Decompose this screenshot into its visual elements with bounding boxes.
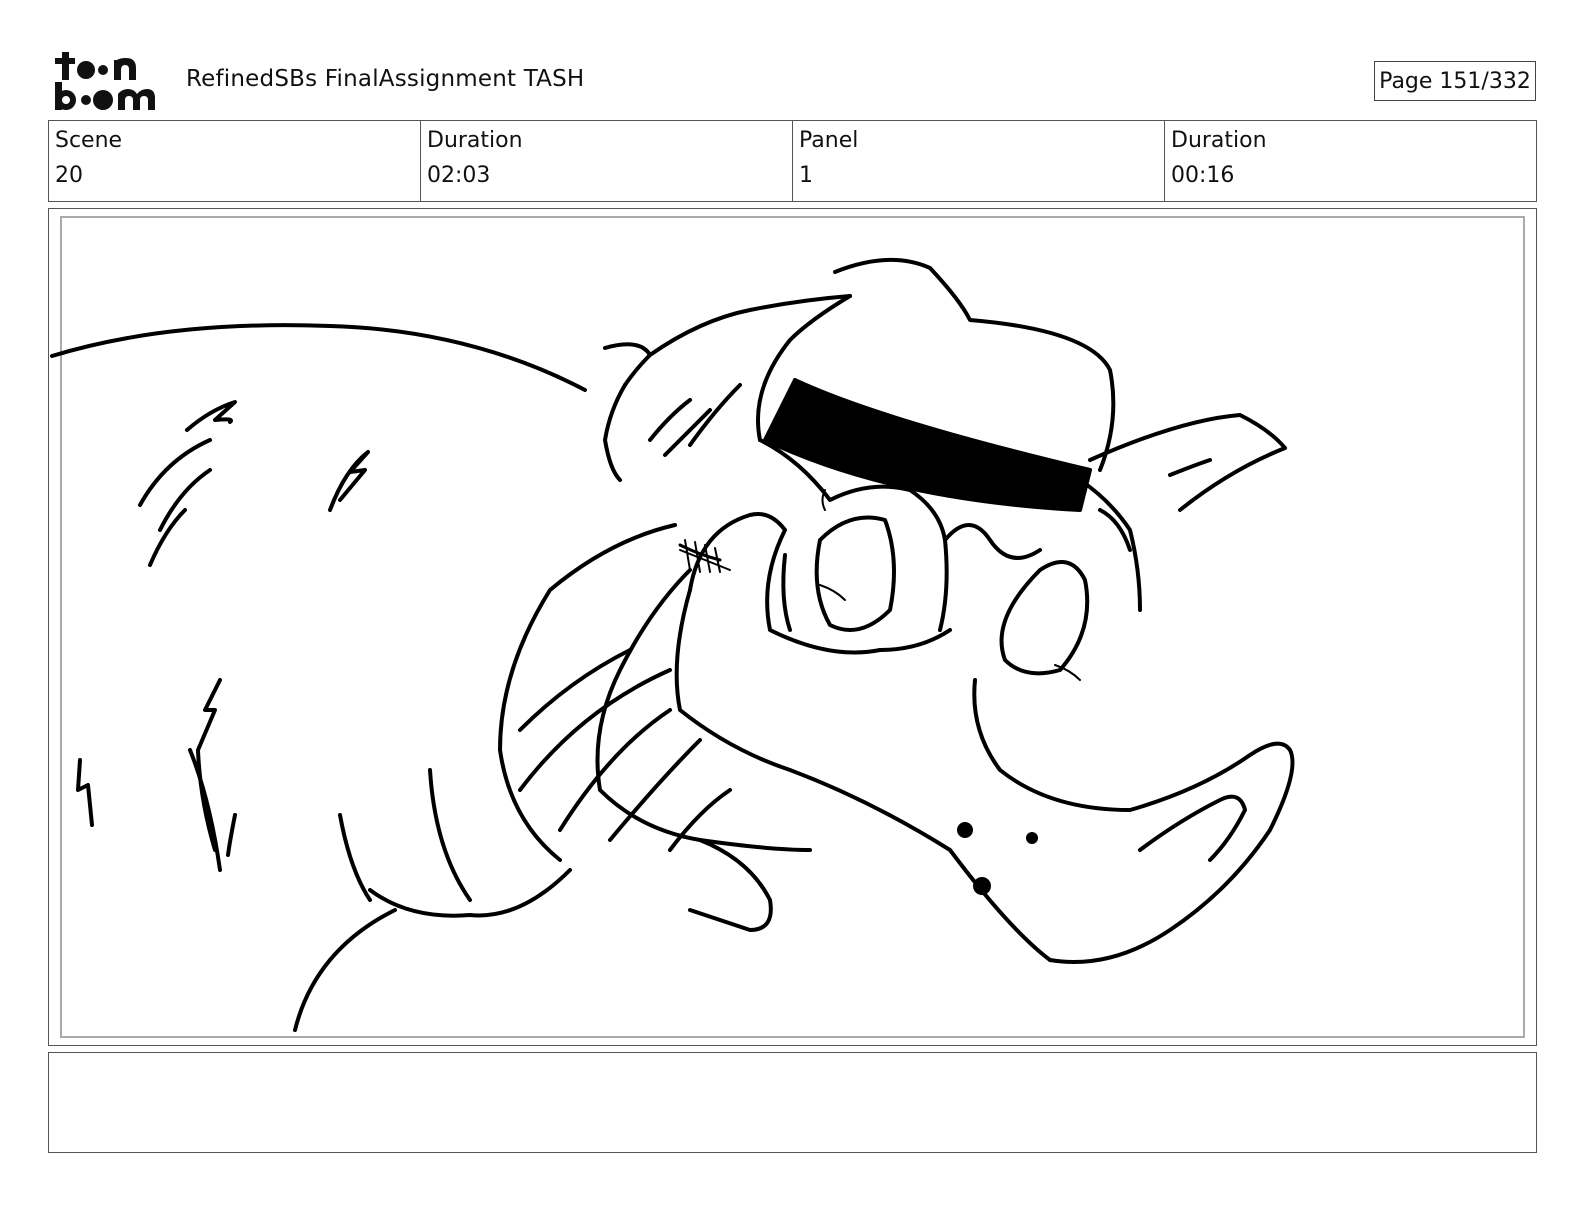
- scene-cell: Scene 20: [49, 121, 421, 201]
- panel-duration-value: 00:16: [1171, 163, 1235, 188]
- scene-value: 20: [55, 163, 83, 188]
- panel-value: 1: [799, 163, 813, 188]
- document-title: RefinedSBs FinalAssignment TASH: [186, 66, 585, 92]
- panel-cell: Panel 1: [793, 121, 1165, 201]
- scene-duration-value: 02:03: [427, 163, 491, 188]
- scene-duration-cell: Duration 02:03: [421, 121, 793, 201]
- toonboom-logo: [55, 52, 155, 110]
- panel-label: Panel: [799, 128, 859, 153]
- panel-notes-box: [48, 1052, 1537, 1153]
- scene-label: Scene: [55, 128, 123, 153]
- scene-info-table: Scene 20 Duration 02:03 Panel 1 Duration…: [48, 120, 1537, 202]
- page-indicator: Page 151/332: [1374, 61, 1536, 101]
- scene-duration-label: Duration: [427, 128, 523, 153]
- panel-duration-label: Duration: [1171, 128, 1267, 153]
- panel-duration-cell: Duration 00:16: [1165, 121, 1536, 201]
- storyboard-sketch-image: [50, 257, 1295, 1032]
